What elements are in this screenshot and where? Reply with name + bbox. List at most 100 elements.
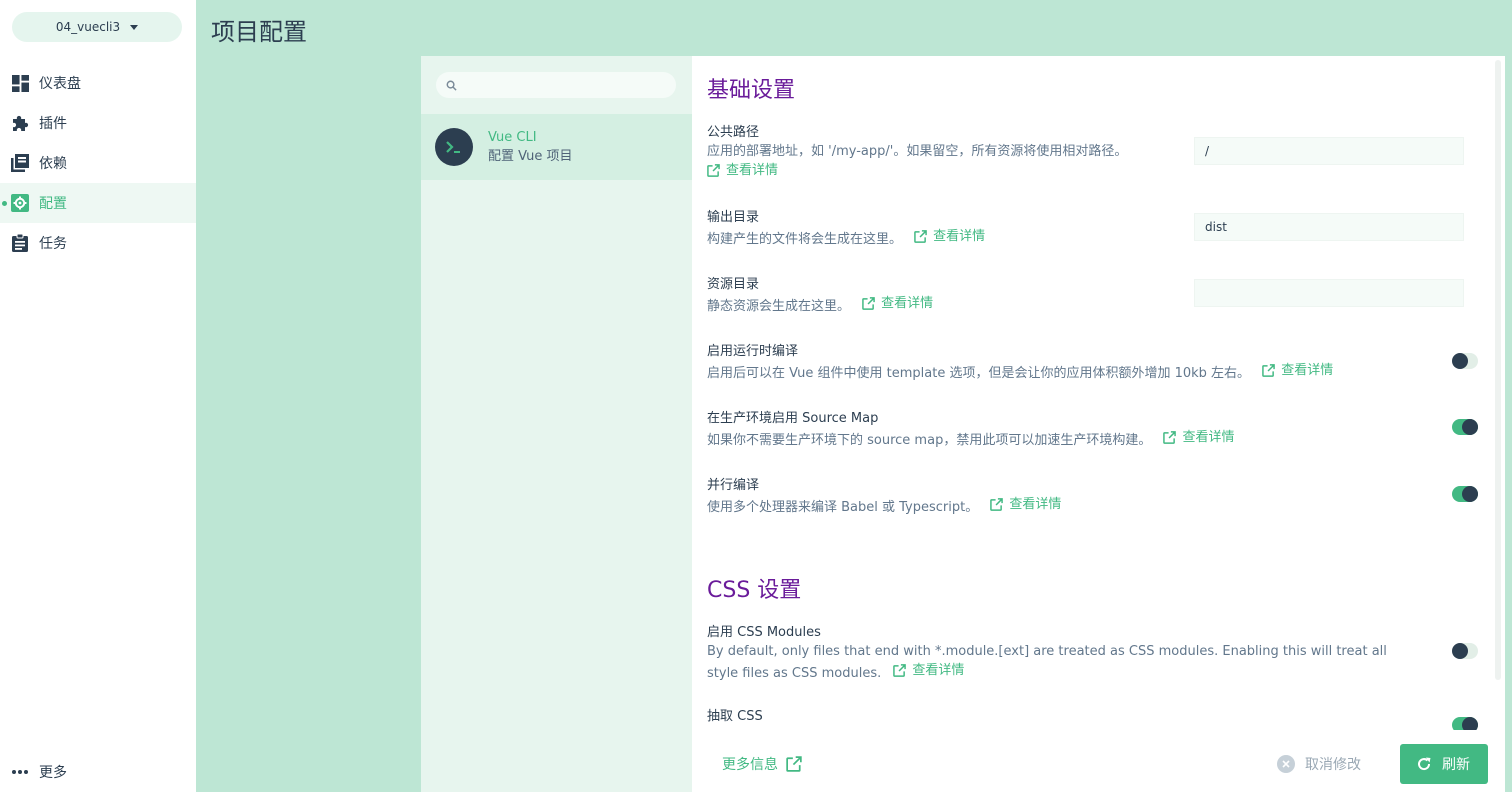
more-details-label: 查看详情 <box>726 163 779 178</box>
more-info-label: 更多信息 <box>722 757 778 773</box>
external-link-icon <box>914 230 927 243</box>
ellipsis-icon <box>11 763 29 781</box>
more-label: 更多 <box>39 765 67 781</box>
sidebar-item-label: 任务 <box>39 236 67 252</box>
sidebar-item-label: 插件 <box>39 116 67 132</box>
external-link-icon <box>990 498 1004 511</box>
config-item-vue-cli[interactable]: Vue CLI 配置 Vue 项目 <box>421 114 692 180</box>
prompt-label: 并行编译 <box>707 478 760 493</box>
prompt-description: 启用后可以在 Vue 组件中使用 template 选项，但是会让你的应用体积额… <box>707 361 1397 383</box>
prompt-description-text: 应用的部署地址，如 '/my-app/'。如果留空，所有资源将使用相对路径。 <box>707 144 1128 159</box>
search-box[interactable] <box>436 72 676 98</box>
section-title-css: CSS 设置 <box>707 578 802 603</box>
active-indicator <box>2 201 7 206</box>
more-details-label: 查看详情 <box>1182 430 1235 445</box>
prompt-parallel: 并行编译 使用多个处理器来编译 Babel 或 Typescript。 查看详情 <box>707 477 1497 517</box>
search-icon <box>446 80 457 91</box>
refresh-icon <box>1418 757 1431 771</box>
config-card: Vue CLI 配置 Vue 项目 基础设置 公共路径 应用的部署地址，如 '/… <box>421 56 1505 792</box>
more-details-link[interactable]: 查看详情 <box>914 227 985 246</box>
source-map-toggle[interactable] <box>1452 419 1478 435</box>
close-icon <box>1277 755 1295 773</box>
more-details-link[interactable]: 查看详情 <box>1262 361 1333 380</box>
more-details-link[interactable]: 查看详情 <box>707 161 778 180</box>
prompt-description: 使用多个处理器来编译 Babel 或 Typescript。 查看详情 <box>707 495 1397 517</box>
clipboard-icon <box>11 234 29 252</box>
css-modules-toggle[interactable] <box>1452 643 1478 659</box>
dashboard-icon <box>11 74 29 92</box>
prompt-description-text: 如果你不需要生产环境下的 source map，禁用此项可以加速生产环境构建。 <box>707 433 1152 448</box>
sidebar-item-label: 仪表盘 <box>39 76 81 92</box>
config-item-description: 配置 Vue 项目 <box>488 149 573 164</box>
external-link-icon <box>1163 431 1177 444</box>
project-selector[interactable]: 04_vuecli3 <box>12 12 182 42</box>
sidebar-item-dependencies[interactable]: 依赖 <box>0 143 196 183</box>
sidebar-item-label: 配置 <box>39 196 67 212</box>
toggle-knob <box>1452 643 1468 659</box>
prompt-description: By default, only files that end with *.m… <box>707 642 1397 683</box>
toggle-knob <box>1462 419 1478 435</box>
external-link-icon <box>862 297 875 310</box>
external-link-icon <box>893 664 907 677</box>
config-item-name: Vue CLI <box>488 130 537 145</box>
more-details-label: 查看详情 <box>933 229 986 244</box>
sidebar-nav: 仪表盘 插件 依赖 配置 任务 <box>0 63 196 263</box>
assets-dir-input[interactable] <box>1194 279 1464 307</box>
prompt-description-text: 静态资源会生成在这里。 <box>707 299 851 314</box>
sidebar-item-tasks[interactable]: 任务 <box>0 223 196 263</box>
project-name: 04_vuecli3 <box>55 20 121 34</box>
more-details-label: 查看详情 <box>1281 363 1334 378</box>
prompt-runtime-compiler: 启用运行时编译 启用后可以在 Vue 组件中使用 template 选项，但是会… <box>707 343 1497 383</box>
cancel-changes-button[interactable]: 取消修改 <box>1269 744 1379 784</box>
prompt-label: 启用运行时编译 <box>707 344 799 359</box>
cancel-label: 取消修改 <box>1305 757 1361 773</box>
content-scrollbar[interactable] <box>1495 60 1501 680</box>
more-menu-button[interactable]: 更多 <box>11 762 67 782</box>
prompt-source-map: 在生产环境启用 Source Map 如果你不需要生产环境下的 source m… <box>707 410 1497 450</box>
output-dir-input[interactable]: dist <box>1194 213 1464 241</box>
prompt-label: 在生产环境启用 Source Map <box>707 411 879 426</box>
external-link-icon <box>786 756 802 772</box>
toggle-knob <box>1462 486 1478 502</box>
sidebar-item-configuration[interactable]: 配置 <box>0 183 196 223</box>
prompt-description-text: 启用后可以在 Vue 组件中使用 template 选项，但是会让你的应用体积额… <box>707 366 1251 381</box>
puzzle-icon <box>11 114 29 132</box>
section-title-basic: 基础设置 <box>707 78 796 103</box>
sidebar-item-plugins[interactable]: 插件 <box>0 103 196 143</box>
more-info-link[interactable]: 更多信息 <box>722 754 802 774</box>
more-details-link[interactable]: 查看详情 <box>862 294 933 313</box>
runtime-compiler-toggle[interactable] <box>1452 353 1478 369</box>
caret-down-icon <box>130 24 139 30</box>
action-bar: 更多信息 取消修改 刷新 <box>692 730 1505 792</box>
prompt-description-text: 使用多个处理器来编译 Babel 或 Typescript。 <box>707 500 979 515</box>
public-path-input[interactable]: / <box>1194 137 1464 165</box>
external-link-icon <box>1262 364 1276 377</box>
sidebar-item-label: 依赖 <box>39 156 67 172</box>
sidebar: 04_vuecli3 仪表盘 插件 依赖 配置 任务 更多 <box>0 0 196 792</box>
gear-icon <box>11 194 29 212</box>
prompt-description-text: By default, only files that end with *.m… <box>707 644 1387 681</box>
external-link-icon <box>707 164 720 177</box>
prompt-description-text: 构建产生的文件将会生成在这里。 <box>707 232 903 247</box>
parallel-toggle[interactable] <box>1452 486 1478 502</box>
more-details-link[interactable]: 查看详情 <box>990 495 1061 514</box>
more-details-label: 查看详情 <box>881 296 934 311</box>
more-details-link[interactable]: 查看详情 <box>1163 428 1234 447</box>
toggle-knob <box>1452 353 1468 369</box>
prompt-label: 抽取 CSS <box>707 709 763 724</box>
prompt-extract-css: 抽取 CSS <box>707 708 1497 726</box>
search-input[interactable] <box>465 77 665 93</box>
config-content: 基础设置 公共路径 应用的部署地址，如 '/my-app/'。如果留空，所有资源… <box>692 56 1505 792</box>
prompt-description: 如果你不需要生产环境下的 source map，禁用此项可以加速生产环境构建。 … <box>707 428 1397 450</box>
page-title: 项目配置 <box>211 18 307 46</box>
more-details-label: 查看详情 <box>1009 497 1062 512</box>
sidebar-item-dashboard[interactable]: 仪表盘 <box>0 63 196 103</box>
more-details-label: 查看详情 <box>912 663 965 678</box>
prompt-css-modules: 启用 CSS Modules By default, only files th… <box>707 624 1497 683</box>
refresh-label: 刷新 <box>1442 757 1470 773</box>
more-details-link[interactable]: 查看详情 <box>893 661 964 680</box>
prompt-label: 启用 CSS Modules <box>707 625 821 640</box>
library-icon <box>11 154 29 172</box>
refresh-button[interactable]: 刷新 <box>1400 744 1488 784</box>
vue-cli-logo-icon <box>435 128 473 166</box>
